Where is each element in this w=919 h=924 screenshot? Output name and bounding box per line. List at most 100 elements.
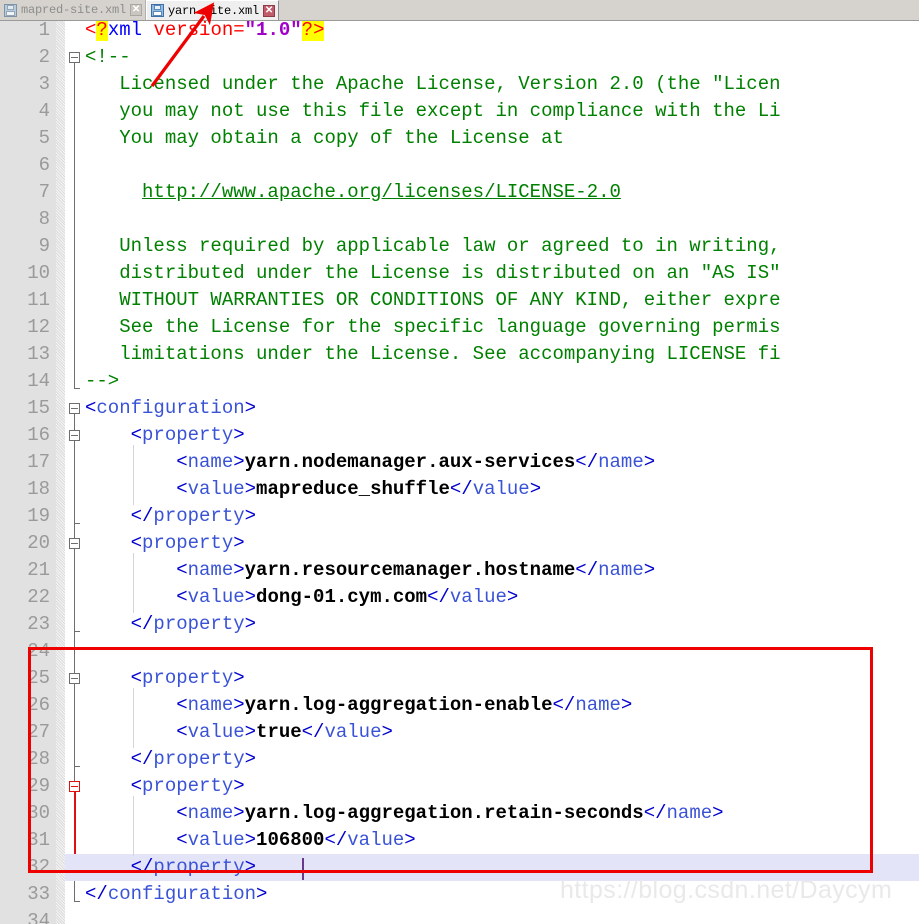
- line-number: 16: [27, 424, 50, 446]
- line-number: 33: [27, 883, 50, 905]
- code-token: See the License for the specific languag…: [85, 316, 781, 338]
- code-line[interactable]: See the License for the specific languag…: [85, 314, 781, 341]
- line-number: 34: [27, 910, 50, 924]
- code-line[interactable]: You may obtain a copy of the License at: [85, 125, 564, 152]
- tab-yarn-site-xml[interactable]: yarn-site.xml ✕: [146, 0, 280, 20]
- fold-toggle-icon[interactable]: [69, 52, 80, 63]
- xml-editor[interactable]: 1 2 3 4 5 6 7 8 9 10 11 12 13 14 15 16 17 18 19 20 21 22 23 24 2…: [0, 21, 919, 924]
- code-token: </: [85, 883, 108, 905]
- code-line[interactable]: </configuration>: [85, 881, 267, 908]
- code-token: </: [130, 613, 154, 635]
- code-token: mapreduce_shuffle: [256, 478, 450, 500]
- fold-toggle-icon[interactable]: [69, 673, 80, 684]
- code-token: value: [449, 586, 507, 608]
- code-line[interactable]: <value>dong-01.cym.com</value>: [85, 584, 518, 611]
- line-number: 24: [27, 640, 50, 662]
- code-text-area[interactable]: <?xml version="1.0"?> <!-- Licensed under…: [85, 21, 919, 924]
- code-token: yarn.nodemanager.aux-services: [244, 451, 576, 473]
- code-token: >: [244, 613, 257, 635]
- code-line[interactable]: http://www.apache.org/licenses/LICENSE-2…: [85, 179, 621, 206]
- code-token: value: [324, 721, 382, 743]
- code-line[interactable]: <configuration>: [85, 395, 256, 422]
- code-token: You may obtain a copy of the License at: [85, 127, 564, 149]
- line-number: 9: [38, 235, 50, 257]
- code-line[interactable]: Unless required by applicable law or agr…: [85, 233, 780, 260]
- code-token: ?: [96, 21, 108, 41]
- line-number: 13: [27, 343, 50, 365]
- code-token: http://www.apache.org/licenses/LICENSE-2…: [142, 181, 621, 203]
- code-line[interactable]: <name>yarn.log-aggregation.retain-second…: [85, 800, 723, 827]
- code-line[interactable]: distributed under the License is distrib…: [85, 260, 780, 287]
- line-number: 31: [27, 829, 50, 851]
- close-icon[interactable]: ✕: [263, 4, 276, 17]
- code-token: value: [187, 721, 245, 743]
- code-line[interactable]: <value>106800</value>: [85, 827, 415, 854]
- line-number: 25: [27, 667, 50, 689]
- fold-toggle-icon[interactable]: [69, 538, 80, 549]
- code-line[interactable]: <property>: [85, 665, 245, 692]
- gutter-hatch-strip: [56, 21, 65, 924]
- indent-guide: [132, 445, 134, 505]
- line-number: 1: [38, 21, 50, 41]
- code-token: >: [244, 856, 257, 878]
- code-line[interactable]: </property>: [85, 503, 256, 530]
- line-number: 32: [27, 856, 50, 878]
- code-token: <: [130, 667, 143, 689]
- code-line[interactable]: </property>: [85, 854, 256, 881]
- code-token: name: [575, 694, 621, 716]
- code-line[interactable]: </property>: [85, 611, 256, 638]
- code-token: <: [176, 802, 188, 824]
- code-line[interactable]: limitations under the License. See accom…: [85, 341, 781, 368]
- code-line[interactable]: <value>true</value>: [85, 719, 393, 746]
- tab-mapred-site-xml[interactable]: mapred-site.xml ✕: [0, 0, 147, 20]
- code-token: WITHOUT WARRANTIES OR CONDITIONS OF ANY …: [85, 289, 781, 311]
- code-line[interactable]: <value>mapreduce_shuffle</value>: [85, 476, 541, 503]
- code-line[interactable]: you may not use this file except in comp…: [85, 98, 780, 125]
- fold-toggle-icon[interactable]: [69, 781, 80, 792]
- code-line[interactable]: -->: [85, 368, 119, 395]
- code-token: yarn.log-aggregation.retain-seconds: [244, 802, 644, 824]
- code-line[interactable]: <property>: [85, 422, 245, 449]
- code-line[interactable]: <property>: [85, 773, 245, 800]
- code-token: </: [643, 802, 667, 824]
- code-token: value: [187, 478, 245, 500]
- code-token: >: [244, 748, 257, 770]
- code-line[interactable]: <?xml version="1.0"?>: [85, 21, 325, 44]
- line-number: 30: [27, 802, 50, 824]
- code-token: >: [233, 559, 245, 581]
- code-line[interactable]: <!--: [85, 44, 131, 71]
- code-token: >: [381, 721, 393, 743]
- code-token: xml: [107, 21, 143, 41]
- code-line[interactable]: Licensed under the Apache License, Versi…: [85, 71, 780, 98]
- code-line[interactable]: <name>yarn.log-aggregation-enable</name>: [85, 692, 632, 719]
- code-line[interactable]: </property>: [85, 746, 256, 773]
- tab-label: yarn-site.xml: [168, 3, 260, 18]
- code-token: value: [347, 829, 405, 851]
- code-line[interactable]: <name>yarn.resourcemanager.hostname</nam…: [85, 557, 655, 584]
- code-token: -->: [85, 370, 120, 392]
- indent-guide: [132, 796, 134, 856]
- fold-toggle-icon[interactable]: [69, 430, 80, 441]
- fold-range-end: [74, 631, 80, 632]
- code-token: <: [176, 586, 188, 608]
- code-fold-margin[interactable]: [65, 21, 85, 924]
- code-token: configuration: [96, 397, 245, 419]
- close-icon[interactable]: ✕: [130, 4, 143, 16]
- code-line[interactable]: <property>: [85, 530, 245, 557]
- code-token: property: [153, 748, 245, 770]
- fold-toggle-icon[interactable]: [69, 403, 80, 414]
- code-line[interactable]: WITHOUT WARRANTIES OR CONDITIONS OF ANY …: [85, 287, 781, 314]
- code-line[interactable]: <name>yarn.nodemanager.aux-services</nam…: [85, 449, 655, 476]
- line-number: 29: [27, 775, 50, 797]
- code-token: limitations under the License. See accom…: [85, 343, 781, 365]
